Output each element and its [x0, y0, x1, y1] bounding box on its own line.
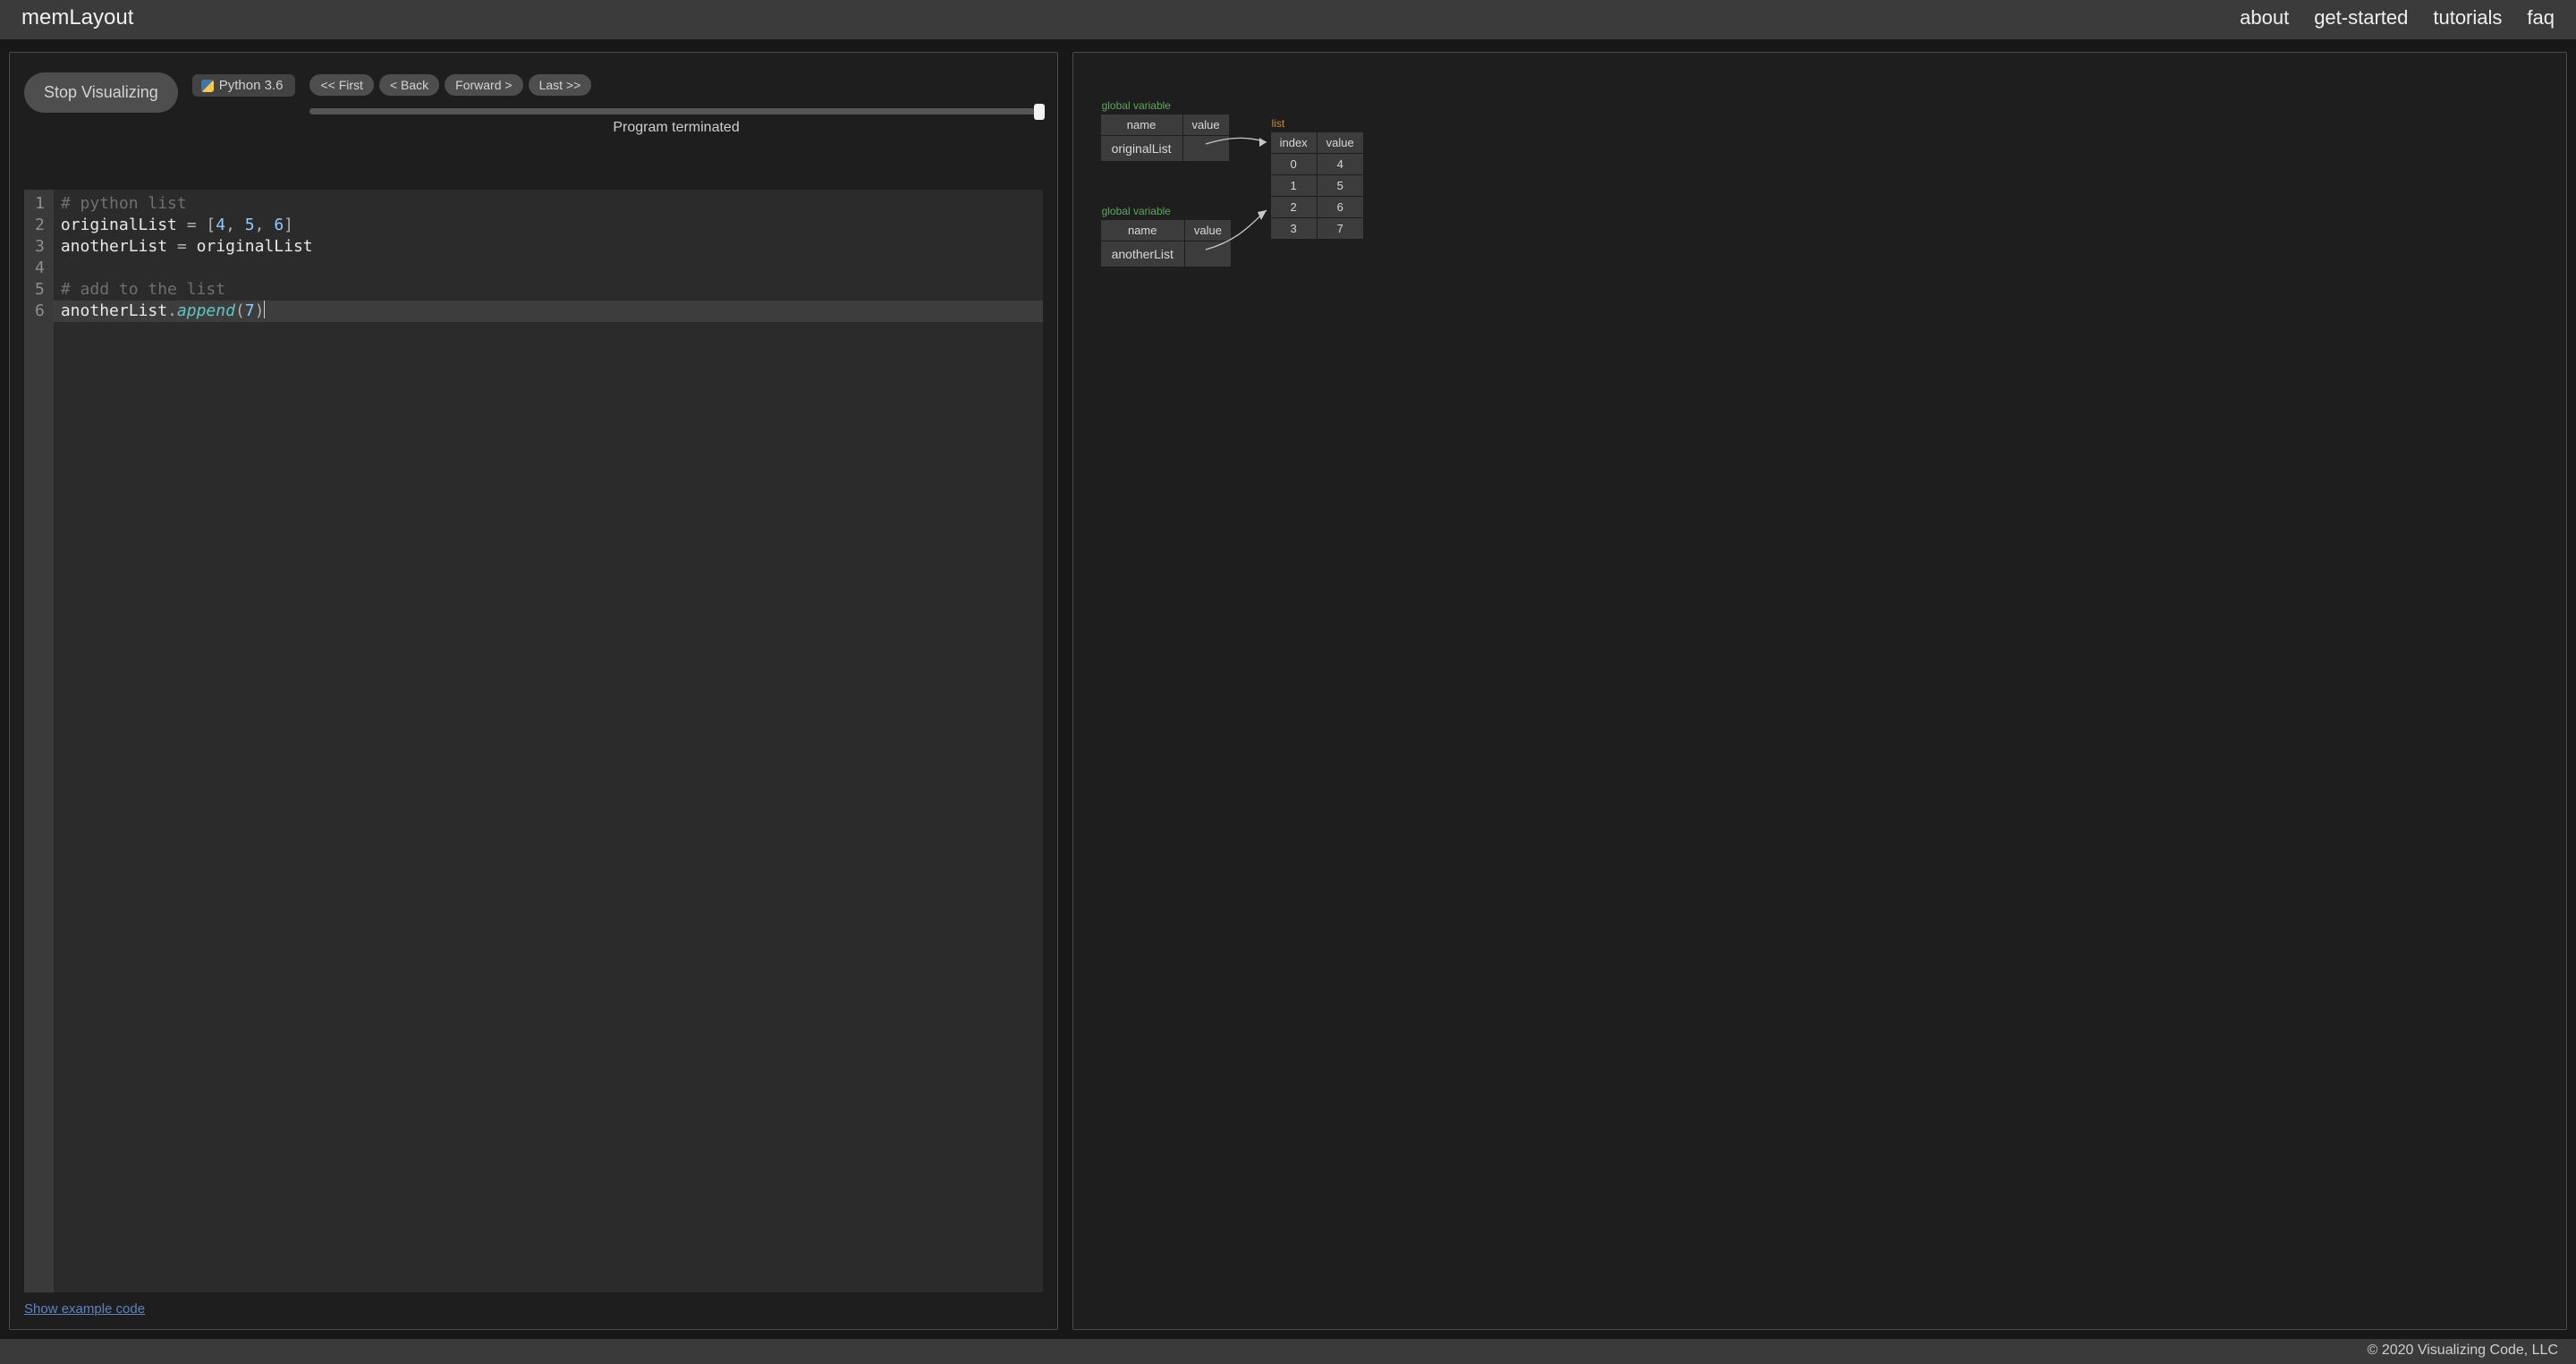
first-button[interactable]: << First [309, 74, 373, 96]
program-status: Program terminated [309, 120, 1042, 136]
language-label: Python 3.6 [219, 78, 284, 93]
var-value-pointer [1182, 136, 1229, 162]
memory-viz: global variable name value originalList … [1073, 53, 2566, 1329]
back-button[interactable]: < Back [379, 74, 439, 96]
list-header-value: value [1317, 132, 1363, 154]
code-line: anotherList = originalList [54, 236, 1043, 258]
show-example-link[interactable]: Show example code [24, 1301, 1043, 1317]
table-row: anotherList [1100, 241, 1231, 267]
table-row: 04 [1270, 154, 1363, 175]
nav-get-started[interactable]: get-started [2314, 6, 2408, 30]
code-panel: Stop Visualizing Python 3.6 << First < B… [9, 52, 1058, 1330]
language-badge[interactable]: Python 3.6 [192, 74, 296, 97]
list-table: index value 04 15 26 37 [1270, 131, 1364, 240]
header-bar: memLayout about get-started tutorials fa… [0, 0, 2576, 39]
code-line-current: anotherList.append(7) [54, 301, 1043, 322]
table-row: originalList [1100, 136, 1229, 162]
code-line: # add to the list [54, 279, 1043, 301]
memory-panel: global variable name value originalList … [1072, 52, 2567, 1330]
global-variable-label: global variable [1102, 99, 1171, 112]
variable-table-originalList: name value originalList [1100, 114, 1230, 162]
var-header-name: name [1100, 220, 1184, 241]
table-row: 37 [1270, 218, 1363, 240]
var-name: originalList [1100, 136, 1182, 162]
copyright: © 2020 Visualizing Code, LLC [2368, 1343, 2558, 1358]
nav-tutorials[interactable]: tutorials [2433, 6, 2502, 30]
code-editor[interactable]: 123456 # python list originalList = [4, … [24, 190, 1043, 1292]
main-content: Stop Visualizing Python 3.6 << First < B… [0, 39, 2576, 1339]
var-header-name: name [1100, 114, 1182, 136]
brand-logo[interactable]: memLayout [21, 5, 133, 30]
footer-bar: © 2020 Visualizing Code, LLC [0, 1339, 2576, 1364]
list-label: list [1272, 117, 1285, 130]
nav-about[interactable]: about [2240, 6, 2289, 30]
var-header-value: value [1184, 220, 1231, 241]
global-variable-label: global variable [1102, 205, 1171, 217]
step-nav-buttons: << First < Back Forward > Last >> [309, 74, 1042, 96]
stop-button[interactable]: Stop Visualizing [24, 72, 178, 113]
code-line: originalList = [4, 5, 6] [54, 215, 1043, 236]
var-value-pointer [1184, 241, 1231, 267]
controls-row: Stop Visualizing Python 3.6 << First < B… [24, 72, 1043, 136]
forward-button[interactable]: Forward > [445, 74, 522, 96]
nav-faq[interactable]: faq [2527, 6, 2555, 30]
top-nav: about get-started tutorials faq [2240, 6, 2555, 30]
variable-table-anotherList: name value anotherList [1100, 219, 1232, 267]
last-button[interactable]: Last >> [529, 74, 592, 96]
code-line [54, 258, 1043, 279]
table-row: 15 [1270, 175, 1363, 197]
step-slider[interactable]: Program terminated [309, 99, 1042, 136]
slider-thumb[interactable] [1034, 104, 1045, 120]
python-icon [201, 80, 214, 92]
var-header-value: value [1182, 114, 1229, 136]
list-header-index: index [1270, 132, 1317, 154]
table-row: 26 [1270, 197, 1363, 218]
code-body[interactable]: # python list originalList = [4, 5, 6] a… [54, 190, 1043, 1292]
line-gutter: 123456 [24, 190, 54, 1292]
slider-track[interactable] [309, 108, 1042, 114]
pointer-arrows [1073, 53, 2566, 1329]
code-line: # python list [54, 193, 1043, 215]
var-name: anotherList [1100, 241, 1184, 267]
